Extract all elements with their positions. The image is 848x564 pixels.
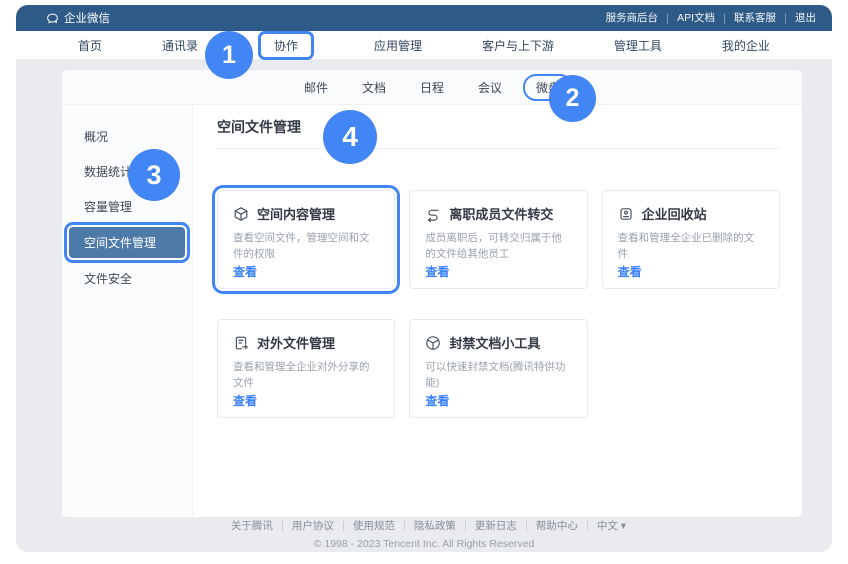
footer-link-usage-rules[interactable]: 使用规范: [344, 521, 405, 531]
nav-item-customers[interactable]: 客户与上下游: [482, 37, 554, 54]
subtab-calendar[interactable]: 日程: [420, 79, 444, 96]
view-link[interactable]: 查看: [618, 263, 764, 280]
nav-item-admin-tools[interactable]: 管理工具: [614, 37, 662, 54]
nav-item-collaboration[interactable]: 协作: [258, 31, 314, 60]
card-departed-member-file-transfer[interactable]: 离职成员文件转交 成员离职后，可转交归属于他的文件给其他员工 查看: [409, 190, 587, 289]
footer: 关于腾讯 用户协议 使用规范 隐私政策 更新日志 帮助中心 中文 ▾ © 199…: [16, 518, 832, 550]
annotation-step-3: 3: [128, 149, 180, 201]
subtab-mail[interactable]: 邮件: [304, 79, 328, 96]
nav-item-home[interactable]: 首页: [78, 37, 102, 54]
sidebar-item-capacity[interactable]: 容量管理: [62, 189, 192, 224]
view-link[interactable]: 查看: [425, 392, 571, 409]
view-link[interactable]: 查看: [233, 263, 379, 280]
feature-cards-grid: 空间内容管理 查看空间文件，管理空间和文件的权限 查看 离职成员文件转交: [217, 190, 780, 418]
primary-nav: 首页 通讯录 协作 应用管理 客户与上下游 管理工具 我的企业: [16, 31, 832, 59]
card-title: 空间内容管理: [257, 204, 335, 223]
footer-link-privacy-policy[interactable]: 隐私政策: [405, 521, 466, 531]
card-ban-document-tool[interactable]: 封禁文档小工具 可以快速封禁文档(腾讯特供功能) 查看: [409, 319, 587, 418]
card-header: 离职成员文件转交: [425, 204, 571, 223]
subtab-meeting[interactable]: 会议: [478, 79, 502, 96]
brand-label: 企业微信: [64, 10, 110, 26]
topbar-link-contact-support[interactable]: 联系客服: [725, 13, 786, 24]
ban-doc-icon: [425, 335, 441, 351]
brand[interactable]: 企业微信: [46, 10, 110, 26]
recycle-bin-icon: [618, 206, 634, 222]
view-link[interactable]: 查看: [425, 263, 571, 280]
app-window: 企业微信 服务商后台 API文档 联系客服 退出 首页 通讯录 协作 应用管理 …: [16, 5, 832, 552]
annotation-step-2: 2: [549, 75, 596, 122]
annotation-step-4: 4: [323, 110, 377, 164]
card-description: 查看和管理全企业已删除的文件: [618, 230, 764, 263]
top-bar: 企业微信 服务商后台 API文档 联系客服 退出: [16, 5, 832, 31]
card-company-recycle-bin[interactable]: 企业回收站 查看和管理全企业已删除的文件 查看: [602, 190, 780, 289]
cube-icon: [233, 206, 249, 222]
card-title: 企业回收站: [642, 204, 707, 223]
card-description: 成员离职后，可转交归属于他的文件给其他员工: [425, 230, 571, 263]
grid-spacer: [602, 319, 780, 418]
external-file-icon: [233, 335, 249, 351]
page-title: 空间文件管理: [217, 113, 780, 137]
card-description: 可以快速封禁文档(腾讯特供功能): [425, 359, 571, 392]
card-description: 查看和管理全企业对外分享的文件: [233, 359, 379, 392]
chat-bubble-icon: [46, 12, 59, 25]
card-title: 封禁文档小工具: [449, 333, 540, 352]
annotation-step-1: 1: [205, 31, 253, 79]
screenshot-canvas: 企业微信 服务商后台 API文档 联系客服 退出 首页 通讯录 协作 应用管理 …: [0, 0, 848, 564]
footer-link-help-center[interactable]: 帮助中心: [527, 521, 588, 531]
sidebar-item-file-security[interactable]: 文件安全: [62, 261, 192, 296]
main-panel: 空间文件管理 空间内容管理 查看空间文件，管理空间和文件的权限 查看: [193, 105, 802, 516]
view-link[interactable]: 查看: [233, 392, 379, 409]
subtab-docs[interactable]: 文档: [362, 79, 386, 96]
topbar-links: 服务商后台 API文档 联系客服 退出: [597, 13, 816, 24]
footer-links: 关于腾讯 用户协议 使用规范 隐私政策 更新日志 帮助中心 中文 ▾: [16, 518, 832, 533]
content-card: 邮件 文档 日程 会议 微盘 概况 数据统计 容量管理 空间文件管理 文件安全 …: [62, 70, 802, 517]
copyright: © 1998 - 2023 Tencent Inc. All Rights Re…: [16, 538, 832, 550]
nav-item-contacts[interactable]: 通讯录: [162, 37, 198, 54]
nav-item-my-company[interactable]: 我的企业: [722, 37, 770, 54]
nav-item-app-management[interactable]: 应用管理: [374, 37, 422, 54]
card-title: 离职成员文件转交: [449, 204, 553, 223]
topbar-link-logout[interactable]: 退出: [786, 13, 816, 24]
card-title: 对外文件管理: [257, 333, 335, 352]
footer-link-about-tencent[interactable]: 关于腾讯: [222, 521, 283, 531]
sidebar-item-overview[interactable]: 概况: [62, 119, 192, 154]
card-space-content-management[interactable]: 空间内容管理 查看空间文件，管理空间和文件的权限 查看: [217, 190, 395, 289]
topbar-link-provider-console[interactable]: 服务商后台: [597, 13, 669, 24]
language-selector[interactable]: 中文 ▾: [588, 518, 626, 533]
card-header: 封禁文档小工具: [425, 333, 571, 352]
subtab-bar: 邮件 文档 日程 会议 微盘: [62, 70, 802, 105]
sidebar-item-space-file-management[interactable]: 空间文件管理: [69, 227, 185, 258]
card-header: 空间内容管理: [233, 204, 379, 223]
transfer-icon: [425, 206, 441, 222]
card-header: 对外文件管理: [233, 333, 379, 352]
card-header: 企业回收站: [618, 204, 764, 223]
card-description: 查看空间文件，管理空间和文件的权限: [233, 230, 379, 263]
footer-link-user-agreement[interactable]: 用户协议: [283, 521, 344, 531]
footer-link-changelog[interactable]: 更新日志: [466, 521, 527, 531]
card-external-file-management[interactable]: 对外文件管理 查看和管理全企业对外分享的文件 查看: [217, 319, 395, 418]
title-divider: [217, 148, 780, 149]
topbar-link-api-docs[interactable]: API文档: [668, 13, 725, 24]
